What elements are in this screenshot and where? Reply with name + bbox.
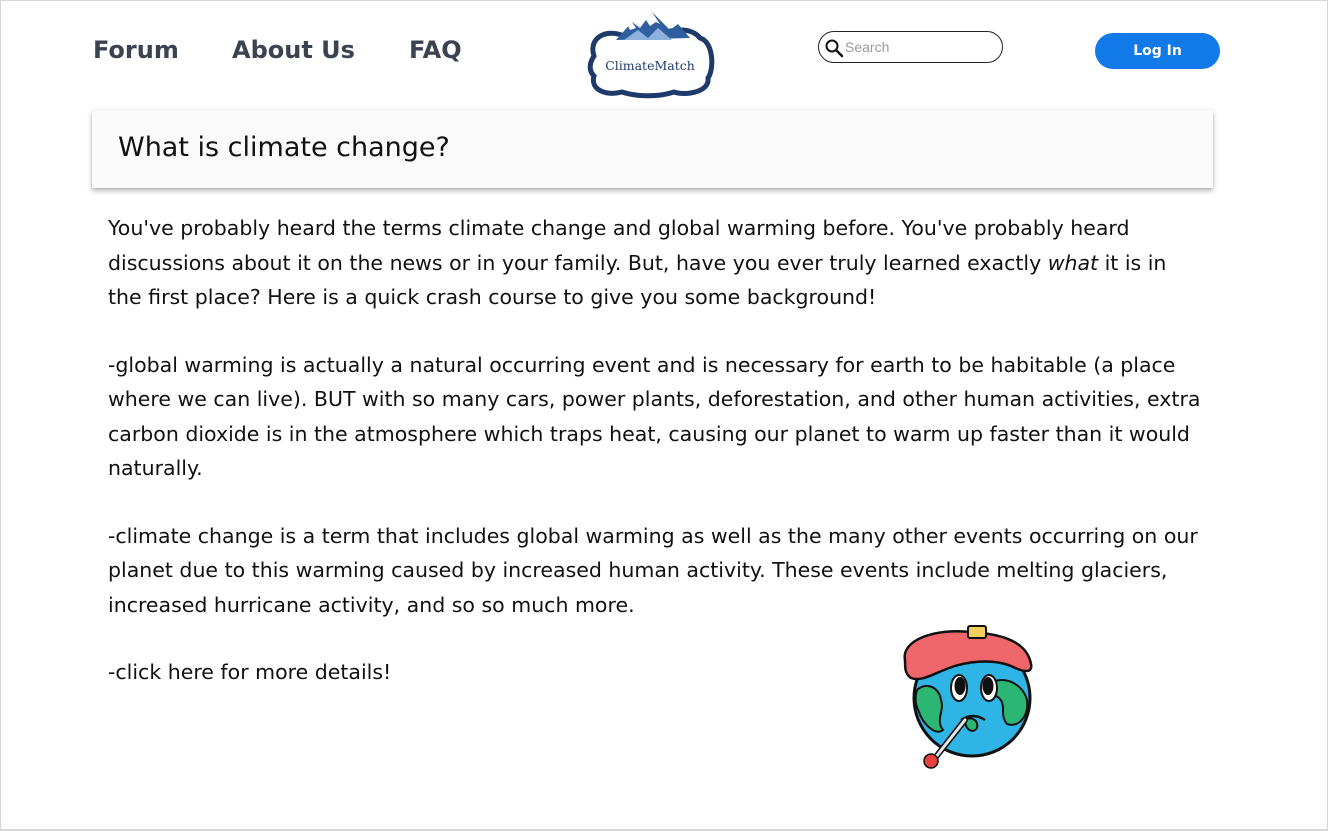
- search-input[interactable]: [845, 37, 995, 57]
- nav-forum-link[interactable]: Forum: [93, 36, 179, 64]
- intro-text-start: You've probably heard the terms climate …: [108, 216, 1130, 275]
- nav-faq-link[interactable]: FAQ: [409, 36, 462, 64]
- article-paragraph-intro: You've probably heard the terms climate …: [108, 211, 1203, 315]
- article-title: What is climate change?: [118, 132, 450, 163]
- logo-text: ClimateMatch: [605, 58, 695, 73]
- article-paragraph-climate-change: -climate change is a term that includes …: [108, 523, 1198, 617]
- intro-emphasis: what: [1047, 250, 1099, 275]
- login-button[interactable]: Log In: [1095, 33, 1220, 69]
- logo-badge-icon: [587, 12, 715, 99]
- search-icon: [825, 39, 844, 58]
- climatematch-logo[interactable]: ClimateMatch: [586, 8, 716, 100]
- sick-earth-icon: [903, 625, 1033, 769]
- search-box[interactable]: [818, 31, 1003, 63]
- article-paragraph-global-warming: -global warming is actually a natural oc…: [108, 352, 1201, 481]
- nav-about-link[interactable]: About Us: [232, 36, 355, 64]
- article-title-card: What is climate change?: [92, 110, 1213, 188]
